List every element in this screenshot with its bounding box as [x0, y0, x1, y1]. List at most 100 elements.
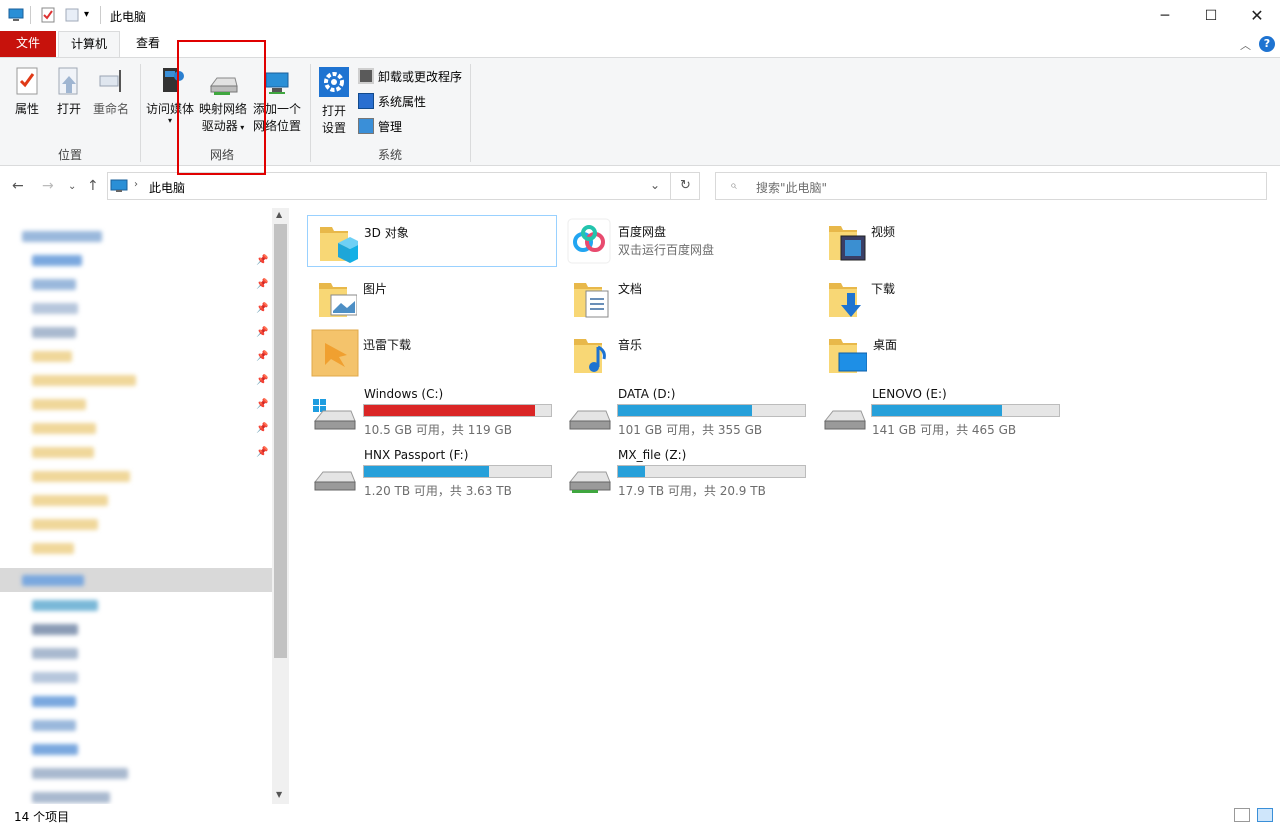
- sidebar-scrollbar[interactable]: ▲ ▼: [272, 208, 289, 804]
- sidebar-item[interactable]: [0, 713, 272, 737]
- open-settings-button[interactable]: 打开 设置: [315, 66, 353, 137]
- sidebar-item[interactable]: 📌: [0, 296, 272, 320]
- drive-hnx-passport-f[interactable]: HNX Passport (F:) 1.20 TB 可用，共 3.63 TB: [307, 444, 557, 500]
- sidebar-item[interactable]: 📌: [0, 392, 272, 416]
- maximize-button[interactable]: ☐: [1188, 0, 1234, 31]
- pin-icon[interactable]: 📌: [256, 399, 268, 410]
- access-media-button[interactable]: 访问媒体 ▾: [145, 66, 195, 125]
- downloads-folder-icon: [829, 283, 861, 317]
- navigation-pane[interactable]: 📌 📌 📌 📌 📌 📌 📌 📌 📌: [0, 208, 272, 804]
- forward-arrow-icon[interactable]: →: [42, 178, 54, 194]
- pin-icon[interactable]: 📌: [256, 279, 268, 290]
- pin-icon[interactable]: 📌: [256, 303, 268, 314]
- sidebar-item[interactable]: 📌: [0, 368, 272, 392]
- divider: [30, 6, 31, 24]
- sidebar-item[interactable]: [0, 761, 272, 785]
- search-icon: ⌕: [730, 178, 737, 192]
- drive-windows-c[interactable]: Windows (C:) 10.5 GB 可用，共 119 GB: [307, 383, 557, 439]
- system-properties-button[interactable]: 系统属性: [358, 91, 426, 111]
- search-input[interactable]: 搜索"此电脑": [756, 179, 827, 196]
- details-view-icon[interactable]: [1234, 808, 1250, 822]
- drive-lenovo-e[interactable]: LENOVO (E:) 141 GB 可用，共 465 GB: [817, 383, 1067, 439]
- folder-music[interactable]: 音乐: [562, 328, 812, 380]
- properties-button[interactable]: 属性: [8, 66, 46, 118]
- sidebar-item[interactable]: 📌: [0, 416, 272, 440]
- uninstall-icon: [358, 68, 374, 84]
- address-dropdown-chevron-icon[interactable]: ⌄: [650, 178, 660, 192]
- collapse-ribbon-icon[interactable]: ︿: [1240, 37, 1251, 53]
- sidebar-item-quick-access[interactable]: [0, 224, 272, 248]
- rename-button[interactable]: 重命名: [90, 66, 132, 118]
- desktop-folder-icon: [829, 339, 867, 373]
- drive-usage-bar: [363, 465, 552, 478]
- map-network-drive-button[interactable]: 映射网络 驱动器 ▾: [196, 72, 250, 136]
- pin-icon[interactable]: 📌: [256, 351, 268, 362]
- uninstall-program-button[interactable]: 卸载或更改程序: [358, 66, 462, 86]
- sidebar-item[interactable]: [0, 536, 272, 560]
- folder-baidu-netdisk[interactable]: 百度网盘 双击运行百度网盘: [562, 215, 812, 267]
- divider: [140, 64, 141, 162]
- help-icon[interactable]: ?: [1259, 36, 1275, 52]
- folder-videos[interactable]: 视频: [817, 215, 1067, 267]
- up-arrow-icon[interactable]: ↑: [87, 178, 99, 194]
- sidebar-item[interactable]: 📌: [0, 248, 272, 272]
- sidebar-item[interactable]: [0, 512, 272, 536]
- tab-computer[interactable]: 计算机: [58, 31, 120, 58]
- pin-icon[interactable]: 📌: [256, 447, 268, 458]
- sidebar-item-this-pc[interactable]: [0, 568, 272, 592]
- refresh-icon[interactable]: ↻: [680, 178, 691, 193]
- baidu-netdisk-icon: [567, 218, 611, 264]
- sidebar-item[interactable]: 📌: [0, 440, 272, 464]
- address-bar[interactable]: › 此电脑 ⌄ ↻: [107, 172, 700, 200]
- folder-desktop[interactable]: 桌面: [817, 328, 1067, 380]
- scroll-down-icon[interactable]: ▼: [276, 790, 282, 799]
- folder-3d-objects[interactable]: 3D 对象: [307, 215, 557, 267]
- sidebar-item[interactable]: [0, 488, 272, 512]
- chevron-down-icon[interactable]: ▾: [84, 9, 100, 25]
- scroll-up-icon[interactable]: ▲: [276, 210, 282, 219]
- sidebar-item[interactable]: [0, 464, 272, 488]
- manage-button[interactable]: 管理: [358, 116, 402, 136]
- new-folder-quick-icon[interactable]: [64, 7, 80, 23]
- pin-icon[interactable]: 📌: [256, 423, 268, 434]
- minimize-button[interactable]: ─: [1142, 0, 1188, 31]
- pin-icon[interactable]: 📌: [256, 255, 268, 266]
- sidebar-item[interactable]: 📌: [0, 272, 272, 296]
- divider: [310, 64, 311, 162]
- group-label-location: 位置: [57, 148, 82, 162]
- open-button[interactable]: 打开: [50, 66, 88, 118]
- folder-downloads[interactable]: 下载: [817, 272, 1067, 324]
- sidebar-item[interactable]: [0, 689, 272, 713]
- system-properties-icon: [358, 93, 374, 109]
- large-icons-view-icon[interactable]: [1257, 808, 1273, 822]
- tab-file[interactable]: 文件: [0, 31, 56, 57]
- title-bar: ▾ 此电脑 ─ ☐ ✕: [0, 0, 1280, 31]
- sidebar-item[interactable]: [0, 665, 272, 689]
- sidebar-item[interactable]: [0, 593, 272, 617]
- sidebar-item[interactable]: [0, 617, 272, 641]
- search-box[interactable]: ⌕ 搜索"此电脑": [715, 172, 1267, 200]
- scrollbar-thumb[interactable]: [274, 224, 287, 658]
- ribbon: 属性 打开 重命名 位置 访问媒体 ▾ 映射网络 驱动器 ▾ 添加一个 网络位置…: [0, 57, 1280, 166]
- add-network-location-button[interactable]: 添加一个 网络位置: [250, 70, 304, 135]
- status-bar: 14 个项目: [0, 804, 1280, 828]
- close-button[interactable]: ✕: [1234, 0, 1280, 31]
- folder-xunlei-downloads[interactable]: 迅雷下载: [307, 328, 557, 380]
- drive-mx-file-z[interactable]: MX_file (Z:) 17.9 TB 可用，共 20.9 TB: [562, 444, 812, 500]
- sidebar-item[interactable]: [0, 641, 272, 665]
- recent-locations-chevron-icon[interactable]: ⌄: [68, 181, 76, 192]
- pin-icon[interactable]: 📌: [256, 327, 268, 338]
- sidebar-item[interactable]: [0, 785, 272, 804]
- sidebar-item[interactable]: 📌: [0, 344, 272, 368]
- folder-pictures[interactable]: 图片: [307, 272, 557, 324]
- folder-documents[interactable]: 文档: [562, 272, 812, 324]
- back-arrow-icon[interactable]: ←: [12, 178, 24, 194]
- breadcrumb-current[interactable]: 此电脑: [149, 179, 185, 196]
- tab-view[interactable]: 查看: [122, 31, 174, 57]
- sidebar-item[interactable]: [0, 737, 272, 761]
- properties-quick-icon[interactable]: [40, 7, 56, 23]
- open-settings-label-1: 打开: [321, 104, 346, 118]
- pin-icon[interactable]: 📌: [256, 375, 268, 386]
- sidebar-item[interactable]: 📌: [0, 320, 272, 344]
- drive-data-d[interactable]: DATA (D:) 101 GB 可用，共 355 GB: [562, 383, 812, 439]
